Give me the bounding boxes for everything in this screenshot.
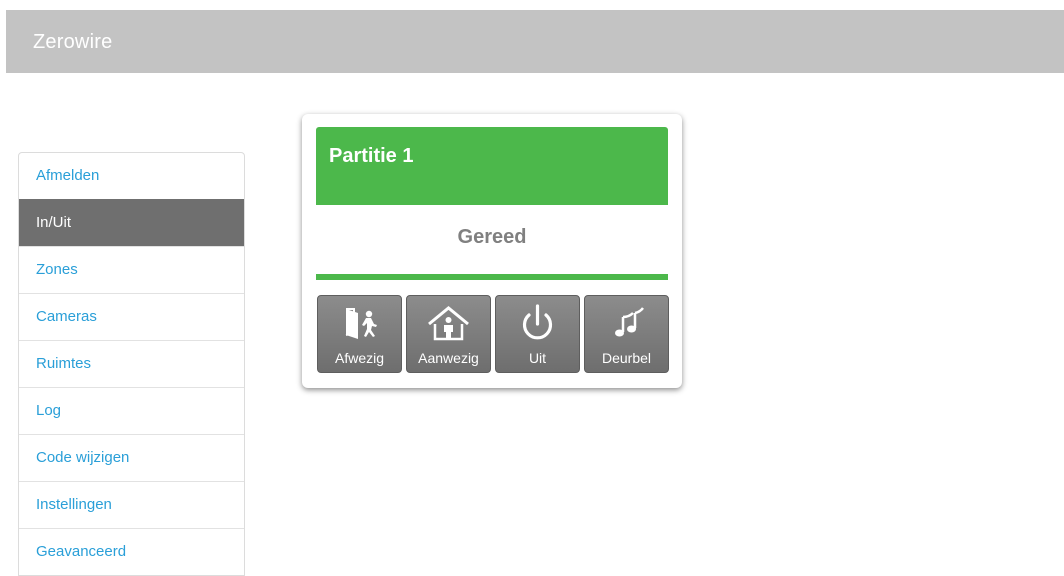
- sidebar-item-afmelden[interactable]: Afmelden: [19, 153, 244, 199]
- power-icon: [496, 303, 579, 343]
- sidebar-item-zones[interactable]: Zones: [19, 246, 244, 293]
- away-button[interactable]: Afwezig: [317, 295, 402, 373]
- sidebar-item-ruimtes[interactable]: Ruimtes: [19, 340, 244, 387]
- away-exit-icon: [318, 303, 401, 343]
- sidebar-item-geavanceerd[interactable]: Geavanceerd: [19, 528, 244, 575]
- sidebar-item-instellingen[interactable]: Instellingen: [19, 481, 244, 528]
- sidebar-item-in-uit[interactable]: In/Uit: [19, 199, 244, 246]
- disarm-button-label: Uit: [528, 350, 547, 366]
- app-title: Zerowire: [33, 31, 113, 53]
- doorbell-button-label: Deurbel: [601, 350, 652, 366]
- app-header: Zerowire: [6, 10, 1064, 73]
- stay-button-label: Aanwezig: [418, 350, 479, 366]
- sidebar-item-log[interactable]: Log: [19, 387, 244, 434]
- partition-title: Partitie 1: [329, 145, 414, 167]
- stay-button[interactable]: Aanwezig: [406, 295, 491, 373]
- partition-panel: Partitie 1 Gereed Afwezig Aanwezig Uit D…: [302, 114, 682, 388]
- sidebar-item-cameras[interactable]: Cameras: [19, 293, 244, 340]
- status-indicator-bar: [316, 274, 668, 280]
- disarm-button[interactable]: Uit: [495, 295, 580, 373]
- home-stay-icon: [407, 303, 490, 343]
- away-button-label: Afwezig: [334, 350, 385, 366]
- arm-button-row: Afwezig Aanwezig Uit Deurbel: [317, 295, 669, 373]
- partition-header: Partitie 1: [316, 127, 668, 205]
- sidebar-item-code-wijzigen[interactable]: Code wijzigen: [19, 434, 244, 481]
- partition-status: Gereed: [457, 226, 527, 248]
- sidebar-nav: Afmelden In/Uit Zones Cameras Ruimtes Lo…: [18, 152, 245, 576]
- doorbell-music-icon: [585, 303, 668, 343]
- doorbell-button[interactable]: Deurbel: [584, 295, 669, 373]
